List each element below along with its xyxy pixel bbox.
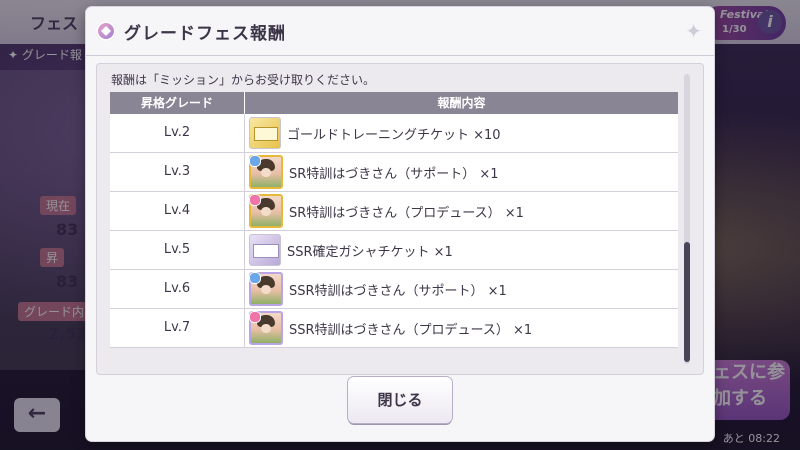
fes-emblem-icon xyxy=(96,21,116,41)
table-header: 昇格グレード 報酬内容 xyxy=(110,92,678,114)
header-reward: 報酬内容 xyxy=(437,96,486,110)
type-badge-icon xyxy=(249,194,261,206)
reward-cell: SSR特訓はづきさん（プロデュース） ×1 xyxy=(245,309,678,347)
ticket-icon[interactable] xyxy=(249,234,281,266)
reward-text: ゴールドトレーニングチケット ×10 xyxy=(287,127,501,143)
table-row: Lv.5 SSR確定ガシャチケット ×1 xyxy=(110,231,678,270)
grade-cell: Lv.5 xyxy=(110,231,245,269)
reward-cell: SR特訓はづきさん（プロデュース） ×1 xyxy=(245,192,678,230)
table-row: Lv.2 ゴールドトレーニングチケット ×10 xyxy=(110,114,678,153)
type-badge-icon xyxy=(249,272,261,284)
character-card-icon[interactable] xyxy=(249,272,283,306)
notice-text: 報酬は「ミッション」からお受け取りください。 xyxy=(111,73,376,87)
reward-cell: ゴールドトレーニングチケット ×10 xyxy=(245,114,678,152)
grade-cell: Lv.4 xyxy=(110,192,245,230)
reward-text: SSR特訓はづきさん（サポート） ×1 xyxy=(289,283,507,299)
sparkle-icon: ✦ xyxy=(685,19,702,43)
reward-text: SSR確定ガシャチケット ×1 xyxy=(287,244,453,260)
header-grade: 昇格グレード xyxy=(110,92,245,114)
grade-cell: Lv.3 xyxy=(110,153,245,191)
reward-cell: SSR特訓はづきさん（サポート） ×1 xyxy=(245,270,678,308)
table-row: Lv.3 SR特訓はづきさん（サポート） ×1 xyxy=(110,153,678,192)
grade-cell: Lv.6 xyxy=(110,270,245,308)
reward-cell: SSR確定ガシャチケット ×1 xyxy=(245,231,678,269)
table-row: Lv.7 SSR特訓はづきさん（プロデュース） ×1 xyxy=(110,309,678,348)
reward-content-box: 報酬は「ミッション」からお受け取りください。 昇格グレード 報酬内容 Lv.2 ゴ… xyxy=(96,63,704,375)
modal-header: グレードフェス報酬 ✦ xyxy=(86,7,714,56)
scrollbar-thumb[interactable] xyxy=(684,242,690,362)
table-row: Lv.6 SSR特訓はづきさん（サポート） ×1 xyxy=(110,270,678,309)
ticket-icon[interactable] xyxy=(249,117,281,149)
close-button[interactable]: 閉じる xyxy=(348,377,452,423)
reward-text: SR特訓はづきさん（サポート） ×1 xyxy=(289,166,499,182)
reward-text: SR特訓はづきさん（プロデュース） ×1 xyxy=(289,205,524,221)
modal-title: グレードフェス報酬 xyxy=(124,24,286,44)
type-badge-icon xyxy=(249,311,261,323)
character-card-icon[interactable] xyxy=(249,311,283,345)
type-badge-icon xyxy=(249,155,261,167)
table-row: Lv.4 SR特訓はづきさん（プロデュース） ×1 xyxy=(110,192,678,231)
reward-text: SSR特訓はづきさん（プロデュース） ×1 xyxy=(289,322,533,338)
character-card-icon[interactable] xyxy=(249,155,283,189)
grade-cell: Lv.2 xyxy=(110,114,245,152)
reward-modal: グレードフェス報酬 ✦ 報酬は「ミッション」からお受け取りください。 昇格グレー… xyxy=(86,7,714,441)
reward-table[interactable]: 昇格グレード 報酬内容 Lv.2 ゴールドトレーニングチケット ×10 Lv.3 SR… xyxy=(110,92,678,354)
reward-cell: SR特訓はづきさん（サポート） ×1 xyxy=(245,153,678,191)
character-card-icon[interactable] xyxy=(249,194,283,228)
grade-cell: Lv.7 xyxy=(110,309,245,347)
